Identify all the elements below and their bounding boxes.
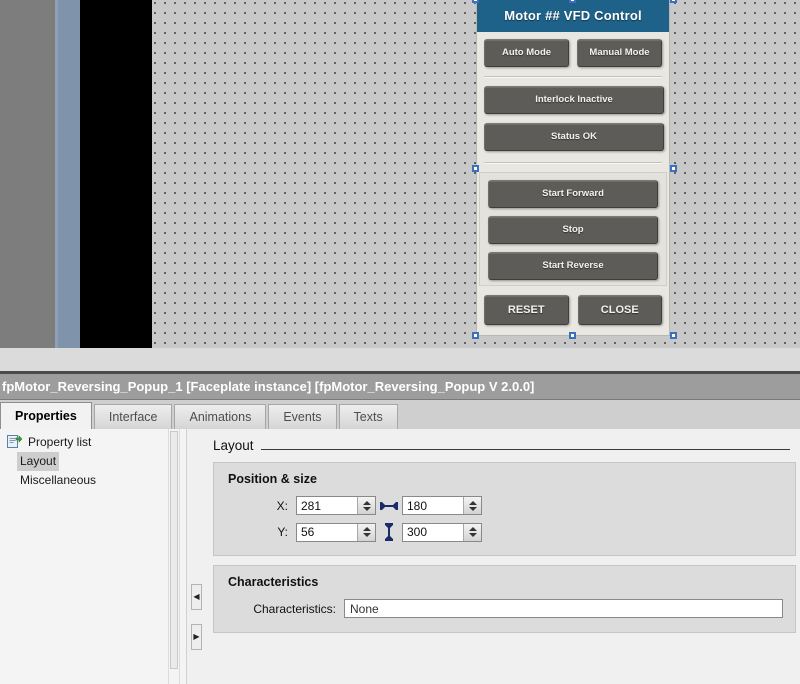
tab-events[interactable]: Events [268,404,337,429]
property-list-header[interactable]: Property list [0,429,186,452]
panel-splitter[interactable]: ◀ ▶ [186,429,207,684]
height-spinbox[interactable] [402,522,482,542]
height-arrow-icon [376,522,402,542]
x-label: X: [276,498,288,513]
editor-blue-strip [55,0,80,348]
screen-editor-canvas[interactable]: Motor ## VFD Control Auto Mode Manual Mo… [0,0,800,348]
property-tree-pane[interactable]: Property list Layout Miscellaneous [0,429,186,684]
stop-button[interactable]: Stop [488,216,658,244]
y-spin-down-icon[interactable] [362,533,371,537]
selection-handle-top-center[interactable] [569,0,576,3]
editor-black-region [80,0,152,348]
tree-scrollbar-thumb[interactable] [170,431,178,669]
x-spinbox[interactable] [296,496,376,515]
faceplate-instance[interactable]: Motor ## VFD Control Auto Mode Manual Mo… [476,0,670,336]
width-arrow-icon [376,500,402,512]
x-input[interactable] [297,497,357,514]
selection-handle-bottom-left[interactable] [472,332,479,339]
x-spin-down-icon[interactable] [362,506,371,511]
y-spin-arrows[interactable] [357,523,375,541]
inspector-title-bar: fpMotor_Reversing_Popup_1 [Faceplate ins… [0,374,800,400]
collapse-left-icon[interactable]: ◀ [191,584,202,610]
tab-animations[interactable]: Animations [174,404,267,429]
characteristics-group: Characteristics Characteristics: [213,565,796,633]
width-spin-up-icon[interactable] [468,500,477,505]
close-button[interactable]: CLOSE [577,295,662,325]
y-label: Y: [277,525,288,539]
selection-handle-middle-right[interactable] [670,165,677,172]
y-spin-up-icon[interactable] [362,527,371,531]
inspector-body: Property list Layout Miscellaneous ◀ ▶ L… [0,429,800,684]
faceplate-divider-2 [484,162,662,164]
collapse-right-icon[interactable]: ▶ [191,624,202,650]
tree-item-miscellaneous[interactable]: Miscellaneous [17,471,99,490]
auto-mode-button[interactable]: Auto Mode [484,39,569,67]
faceplate-footer: RESET CLOSE [477,286,669,325]
width-spin-arrows[interactable] [463,497,481,514]
characteristics-label: Characteristics: [253,601,336,616]
panel-spacer [0,348,800,371]
section-title: Layout [213,438,254,453]
inspector-panel: fpMotor_Reversing_Popup_1 [Faceplate ins… [0,348,800,684]
editor-left-gutter [0,0,55,348]
start-reverse-button[interactable]: Start Reverse [488,252,658,280]
y-spinbox[interactable] [296,522,376,542]
start-forward-button[interactable]: Start Forward [488,180,658,208]
tab-texts[interactable]: Texts [338,404,398,429]
position-size-title: Position & size [228,472,317,486]
x-width-row: X: [228,496,783,515]
tab-properties[interactable]: Properties [0,402,92,429]
height-spin-up-icon[interactable] [468,527,477,531]
manual-mode-button[interactable]: Manual Mode [577,39,662,67]
status-ok-button[interactable]: Status OK [484,123,664,151]
faceplate-title: Motor ## VFD Control [477,0,669,32]
mode-button-row: Auto Mode Manual Mode [484,39,662,67]
faceplate-body: Auto Mode Manual Mode Interlock Inactive… [477,32,669,164]
width-spin-down-icon[interactable] [468,506,477,511]
faceplate-divider-1 [484,76,662,78]
x-spin-up-icon[interactable] [362,500,371,505]
y-input[interactable] [297,523,357,541]
section-rule [260,448,790,450]
reset-button[interactable]: RESET [484,295,569,325]
characteristics-row: Characteristics: [228,599,783,618]
width-spinbox[interactable] [402,496,482,515]
tree-vertical-scrollbar[interactable] [168,429,180,684]
layout-section-header: Layout [206,429,800,453]
characteristics-input[interactable] [345,600,782,617]
tree-item-layout[interactable]: Layout [17,452,60,471]
width-input[interactable] [403,497,463,514]
selection-handle-bottom-right[interactable] [670,332,677,339]
property-list-icon [7,434,23,449]
properties-content-pane: Layout Position & size X: 281 180 Y: 56 … [206,429,800,684]
selection-handle-top-right[interactable] [670,0,677,3]
selection-handle-top-left[interactable] [472,0,479,3]
position-size-group: Position & size X: 281 180 Y: 56 300 [213,462,796,556]
command-button-group: Start Forward Stop Start Reverse [479,172,667,286]
height-spin-down-icon[interactable] [468,533,477,537]
tab-interface[interactable]: Interface [93,404,173,429]
inspector-tabstrip[interactable]: Properties Interface Animations Events T… [0,401,800,430]
selection-handle-middle-left[interactable] [472,165,479,172]
y-height-row: Y: [228,522,783,542]
characteristics-field[interactable] [344,599,783,618]
selection-handle-bottom-center[interactable] [569,332,576,339]
height-input[interactable] [403,523,463,541]
height-spin-arrows[interactable] [463,523,481,541]
interlock-status-button[interactable]: Interlock Inactive [484,86,664,114]
property-tree-items: Layout Miscellaneous [0,452,186,490]
x-spin-arrows[interactable] [357,497,375,514]
characteristics-title: Characteristics [228,575,319,589]
property-list-label: Property list [28,434,92,449]
